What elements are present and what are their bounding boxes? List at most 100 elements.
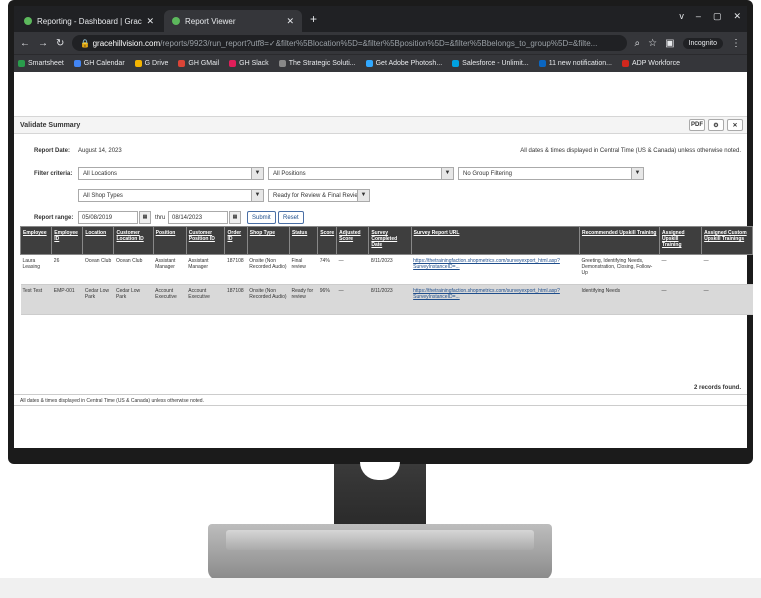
- tab-strip: Reporting - Dashboard | Grace H ✕ Report…: [14, 6, 747, 32]
- records-found: 2 records found.: [693, 385, 741, 391]
- tab-title: Report Viewer: [185, 16, 236, 26]
- window-controls: v – ▢ ✕: [679, 11, 741, 22]
- table-cell: 26: [51, 254, 83, 285]
- column-header[interactable]: Employee ID: [51, 226, 84, 255]
- column-header[interactable]: Assigned Custom Upskill Trainings: [701, 226, 753, 255]
- status-select-value: Ready for Review & Final Review: [273, 193, 363, 199]
- bookmark-item[interactable]: Smartsheet: [18, 60, 64, 67]
- maximize-button[interactable]: ▢: [713, 11, 722, 22]
- incognito-badge[interactable]: Incognito: [682, 37, 723, 49]
- table-cell: 187108: [224, 284, 248, 315]
- column-header[interactable]: Score: [317, 226, 338, 255]
- table-cell: Assistant Manager: [153, 254, 187, 285]
- close-icon[interactable]: ✕: [146, 16, 154, 27]
- table-cell: EMP-001: [51, 284, 83, 315]
- settings-icon[interactable]: ⚙: [708, 119, 724, 131]
- table-cell: —: [336, 254, 369, 285]
- reset-button[interactable]: Reset: [278, 211, 304, 224]
- bookmark-favicon-icon: [73, 60, 81, 67]
- tab-title: Reporting - Dashboard | Grace H: [37, 16, 142, 26]
- range-to-input[interactable]: 08/14/2023: [168, 211, 228, 224]
- bookmark-favicon-icon: [452, 60, 460, 67]
- bookmark-item[interactable]: GH GMail: [178, 60, 219, 67]
- column-header[interactable]: Assigned Upskill Training: [659, 226, 703, 255]
- sidebar-icon[interactable]: ▣: [665, 38, 674, 49]
- table-cell: Ocean Club: [113, 254, 154, 285]
- bookmark-favicon-icon: [18, 60, 25, 67]
- bookmark-label: Smartsheet: [28, 60, 64, 67]
- group-select[interactable]: No Group Filtering ▼: [458, 167, 644, 180]
- range-thru-label: thru: [155, 215, 166, 221]
- table-header-row: Employee Employee ID Location Customer Loca…: [19, 226, 753, 255]
- back-icon[interactable]: ←: [20, 38, 30, 49]
- shop-type-select[interactable]: All Shop Types ▼: [78, 189, 264, 202]
- forward-icon[interactable]: →: [38, 38, 48, 49]
- column-header[interactable]: Position: [152, 226, 187, 255]
- survey-report-link[interactable]: https://thetrainingfaction.shopmetrics.c…: [411, 254, 580, 285]
- column-header[interactable]: Recommended Upskill Training: [578, 226, 661, 255]
- status-select[interactable]: Ready for Review & Final Review ▼: [268, 189, 370, 202]
- report-date-label: Report Date:: [34, 148, 71, 154]
- column-header[interactable]: Status: [288, 226, 319, 255]
- column-header[interactable]: Survey Report URL: [410, 226, 580, 255]
- bookmark-label: GH GMail: [188, 60, 220, 67]
- close-icon[interactable]: ✕: [727, 119, 743, 131]
- column-header[interactable]: Location: [82, 226, 115, 255]
- bookmark-item[interactable]: GH Slack: [229, 60, 269, 67]
- bookmark-item[interactable]: Salesforce - Unlimit...: [452, 60, 529, 67]
- bookmark-item[interactable]: The Strategic Soluti...: [278, 60, 356, 67]
- survey-report-link[interactable]: https://thetrainingfaction.shopmetrics.c…: [411, 284, 580, 315]
- bookmark-item[interactable]: GH Calendar: [73, 60, 125, 67]
- calendar-icon[interactable]: ▦: [139, 211, 151, 224]
- bookmark-item[interactable]: G Drive: [134, 60, 169, 67]
- bookmark-favicon-icon: [538, 60, 546, 67]
- column-header[interactable]: Shop Type: [246, 226, 290, 255]
- column-header[interactable]: Adjusted Score: [336, 226, 370, 255]
- report-date-value: August 14, 2023: [78, 148, 122, 154]
- close-window-button[interactable]: ✕: [733, 11, 741, 22]
- bookmark-label: Salesforce - Unlimit...: [462, 60, 529, 67]
- pdf-export-icon[interactable]: PDF: [689, 119, 705, 131]
- position-select[interactable]: All Positions ▼: [268, 167, 454, 180]
- page-title: Validate Summary: [20, 122, 81, 129]
- column-header[interactable]: Customer Position ID: [185, 226, 226, 255]
- close-icon[interactable]: ✕: [286, 16, 294, 27]
- column-header[interactable]: Order ID: [224, 226, 248, 255]
- table-cell: 74%: [317, 254, 337, 285]
- calendar-icon[interactable]: ▦: [229, 211, 241, 224]
- minimize-button[interactable]: –: [696, 11, 701, 22]
- bookmark-label: Get Adobe Photosh...: [375, 60, 443, 67]
- location-select[interactable]: All Locations ▼: [78, 167, 264, 180]
- bookmark-favicon-icon: [229, 60, 237, 67]
- table-cell: 8/11/2023: [368, 284, 412, 315]
- bookmark-item[interactable]: Get Adobe Photosh...: [365, 60, 443, 67]
- bookmark-item[interactable]: 11 new notification...: [538, 60, 613, 67]
- column-header[interactable]: Employee: [19, 226, 53, 255]
- bookmark-star-icon[interactable]: ☆: [648, 38, 657, 49]
- zoom-icon[interactable]: ⌕: [635, 38, 641, 49]
- address-bar[interactable]: 🔒 gracehillvision.com /reports/9923/run_…: [72, 35, 627, 51]
- table-cell: —: [336, 284, 369, 315]
- bookmark-label: G Drive: [144, 60, 169, 67]
- bookmark-label: 11 new notification...: [548, 60, 613, 67]
- report-header: Validate Summary PDF ⚙ ✕: [14, 116, 747, 134]
- table-cell: Cedar Low Park: [82, 284, 114, 315]
- monitor-stand-base-top: [226, 530, 534, 550]
- bookmark-item[interactable]: ADP Workforce: [622, 60, 680, 67]
- tab-reporting-dashboard[interactable]: Reporting - Dashboard | Grace H ✕: [16, 10, 162, 32]
- tab-report-viewer[interactable]: Report Viewer ✕: [164, 10, 302, 32]
- table-body: Laura Leasing 26 Ocean Club Ocean Club Assis…: [20, 254, 753, 315]
- chevron-down-icon: ▼: [631, 168, 643, 179]
- table-cell: 187108: [224, 254, 248, 285]
- submit-button[interactable]: Submit: [247, 211, 276, 224]
- range-from-input[interactable]: 05/08/2019: [78, 211, 138, 224]
- bookmark-label: GH Calendar: [83, 60, 125, 67]
- column-header[interactable]: Survey Completed Date: [368, 226, 412, 255]
- menu-icon[interactable]: ⋮: [731, 38, 741, 49]
- reload-icon[interactable]: ↻: [56, 38, 64, 49]
- new-tab-button[interactable]: +: [310, 12, 317, 26]
- group-select-value: No Group Filtering: [463, 171, 513, 177]
- column-header[interactable]: Customer Location ID: [113, 226, 154, 255]
- tab-search-icon[interactable]: v: [679, 11, 684, 22]
- table-cell: —: [659, 254, 702, 285]
